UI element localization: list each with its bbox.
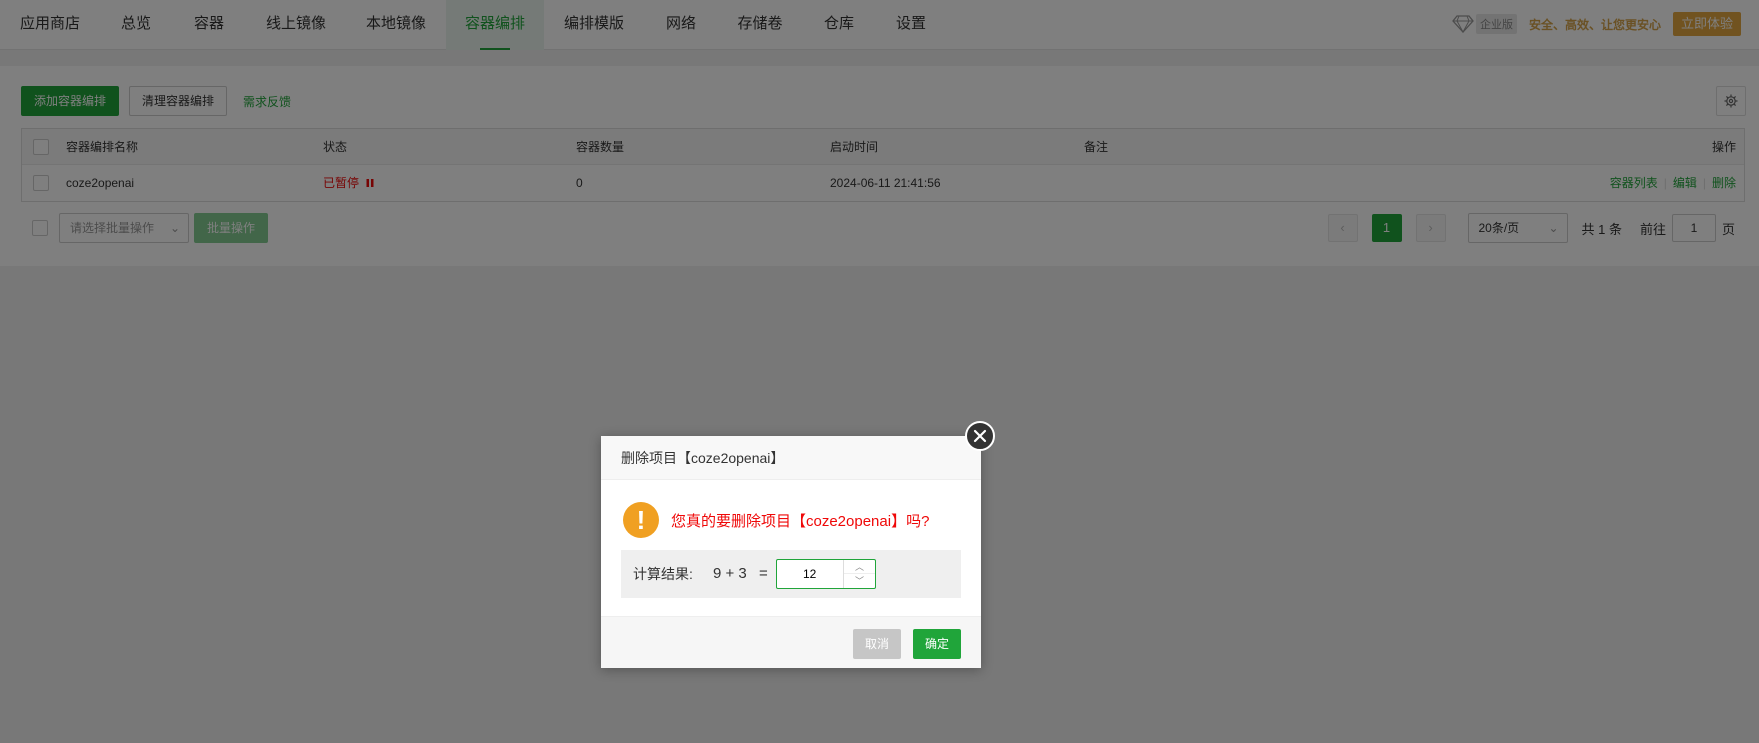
delete-dialog: 删除项目【coze2openai】 ! 您真的要删除项目【coze2openai… xyxy=(601,421,995,668)
dialog-footer: 取消 确定 xyxy=(601,616,981,668)
number-stepper: ︿ ﹀ xyxy=(843,560,875,588)
dialog-title: 删除项目【coze2openai】 xyxy=(601,436,981,480)
calc-expression: 9 + 3 xyxy=(713,565,747,582)
warning-row: ! 您真的要删除项目【coze2openai】吗? xyxy=(623,502,929,538)
calc-equals: = xyxy=(759,565,768,582)
captcha-box: 计算结果: 9 + 3 = ︿ ﹀ xyxy=(621,550,961,598)
confirm-button[interactable]: 确定 xyxy=(912,629,961,659)
calc-label: 计算结果: xyxy=(633,566,693,582)
close-icon xyxy=(973,429,987,443)
calc-result-field: ︿ ﹀ xyxy=(776,559,876,589)
close-button[interactable] xyxy=(965,421,995,451)
calc-result-input[interactable] xyxy=(777,560,845,588)
warning-message: 您真的要删除项目【coze2openai】吗? xyxy=(671,512,930,530)
cancel-button[interactable]: 取消 xyxy=(852,629,901,659)
chevron-up-icon[interactable]: ︿ xyxy=(844,560,875,574)
exclamation-icon: ! xyxy=(623,502,659,538)
chevron-down-icon[interactable]: ﹀ xyxy=(844,574,875,588)
